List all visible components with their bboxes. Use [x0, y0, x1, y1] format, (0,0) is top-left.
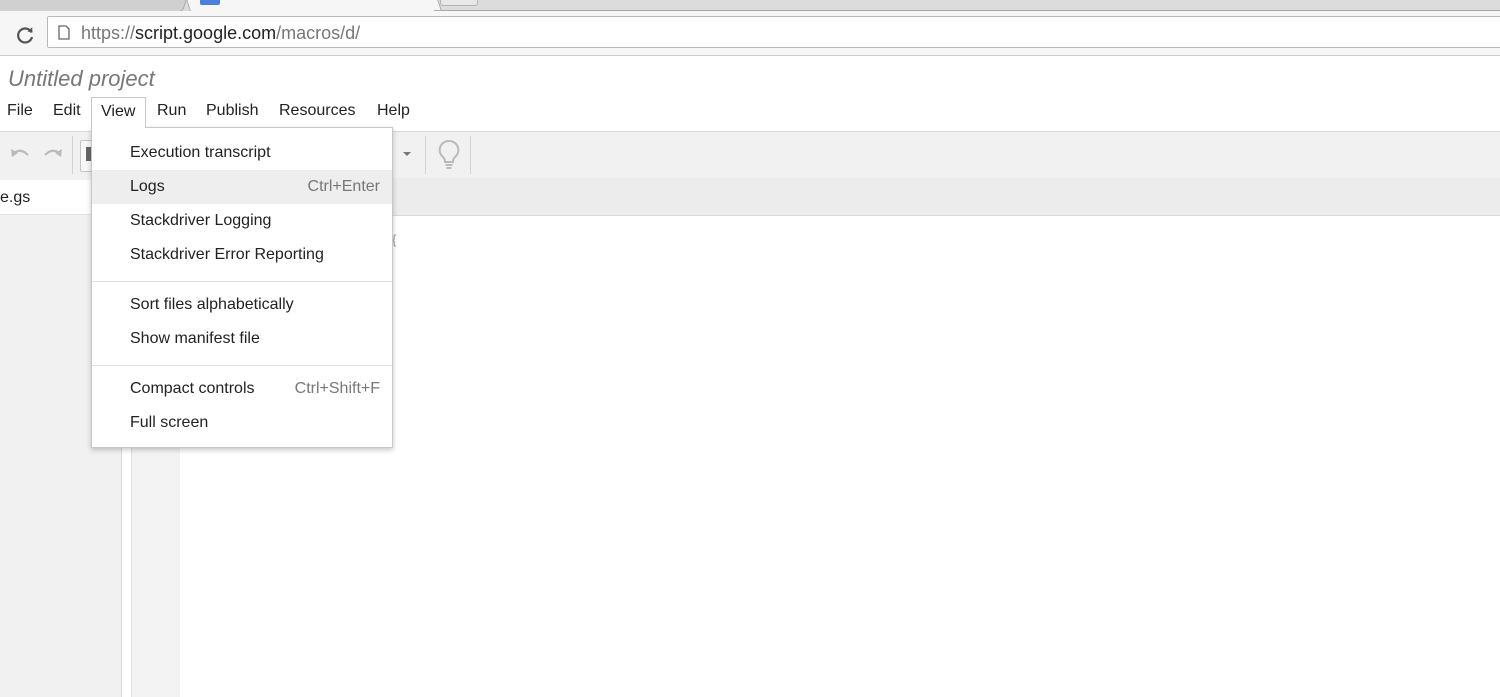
url-text: https://script.google.com/macros/d/	[81, 23, 361, 43]
address-bar[interactable]: https://script.google.com/macros/d/	[47, 16, 1500, 48]
menu-resources[interactable]: Resources	[272, 97, 362, 127]
menu-separator	[92, 365, 392, 366]
menu-separator	[92, 281, 392, 282]
view-menu-dropdown: Execution transcript Logs Ctrl+Enter Sta…	[91, 127, 393, 448]
menu-view[interactable]: View	[91, 97, 146, 128]
project-title[interactable]: Untitled project	[8, 66, 155, 92]
menu-help[interactable]: Help	[370, 97, 417, 127]
new-tab-button[interactable]	[440, 0, 478, 6]
menu-item-logs[interactable]: Logs Ctrl+Enter	[92, 170, 392, 204]
lightbulb-icon[interactable]	[437, 139, 461, 171]
toolbar-divider	[72, 136, 73, 174]
menu-item-stackdriver-logging[interactable]: Stackdriver Logging	[92, 204, 392, 238]
undo-icon[interactable]	[9, 144, 31, 164]
menu-file[interactable]: File	[0, 97, 40, 127]
browser-toolbar: https://script.google.com/macros/d/	[0, 11, 1500, 56]
reload-button[interactable]	[12, 22, 38, 48]
toolbar-divider	[425, 136, 426, 174]
reload-icon	[17, 27, 34, 44]
toolbar-divider	[470, 136, 471, 174]
page-icon	[58, 25, 70, 40]
menu-item-compact-controls[interactable]: Compact controls Ctrl+Shift+F	[92, 372, 392, 406]
menu-publish[interactable]: Publish	[199, 97, 265, 127]
menu-item-execution-transcript[interactable]: Execution transcript	[92, 136, 392, 170]
menu-item-show-manifest[interactable]: Show manifest file	[92, 322, 392, 356]
menu-edit[interactable]: Edit	[46, 97, 88, 127]
caret-down-icon[interactable]	[402, 151, 412, 157]
redo-icon[interactable]	[42, 144, 64, 164]
tab-favicon-icon	[200, 0, 220, 5]
menu-run[interactable]: Run	[150, 97, 193, 127]
file-name: e.gs	[0, 189, 31, 206]
menu-item-full-screen[interactable]: Full screen	[92, 406, 392, 440]
menu-item-sort-files[interactable]: Sort files alphabetically	[92, 288, 392, 322]
menu-item-stackdriver-error-reporting[interactable]: Stackdriver Error Reporting	[92, 238, 392, 272]
